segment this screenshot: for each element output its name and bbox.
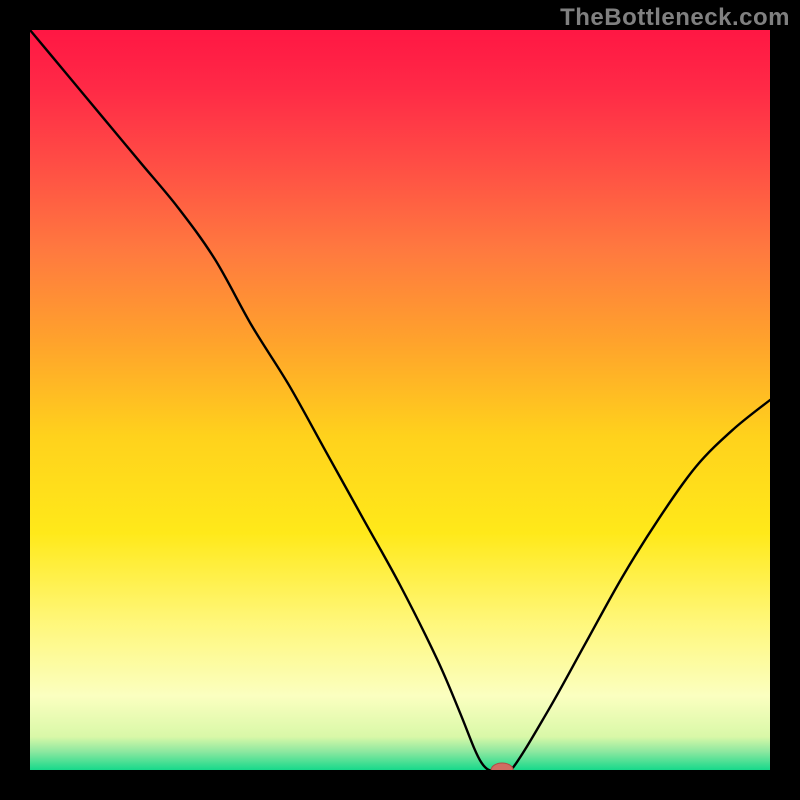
watermark-text: TheBottleneck.com <box>560 4 790 32</box>
bottleneck-chart-svg <box>30 30 770 770</box>
chart-frame: TheBottleneck.com <box>0 0 800 800</box>
gradient-background <box>30 30 770 770</box>
plot-area <box>30 30 770 770</box>
